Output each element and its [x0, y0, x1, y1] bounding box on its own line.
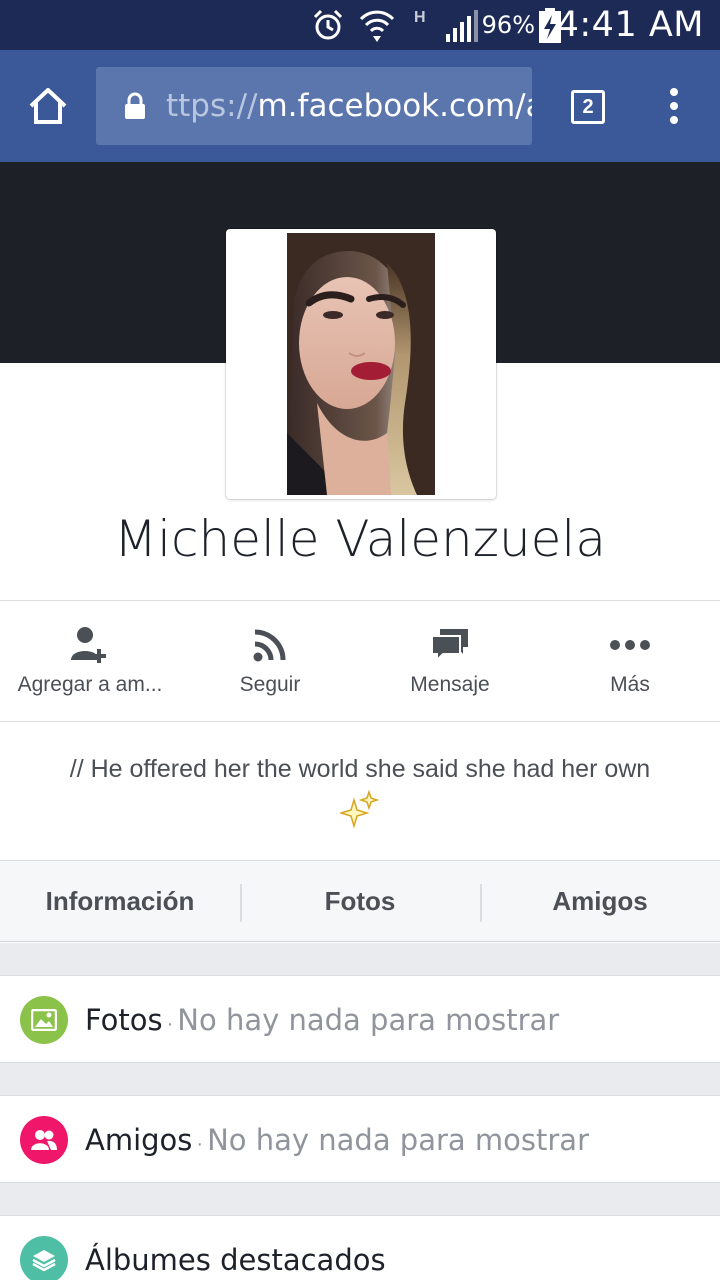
profile-bio: // He offered her the world she said she…: [69, 755, 651, 783]
profile-name: Michelle Valenzuela: [114, 510, 606, 568]
follow-icon: [253, 629, 286, 662]
url-text: ttps://m.facebook.com/a: [166, 67, 532, 145]
clock: 4:41 AM: [556, 5, 704, 45]
profile-picture[interactable]: [226, 229, 496, 499]
friends-icon: [20, 1116, 68, 1164]
follow-label: Seguir: [239, 673, 301, 696]
profile-tabs: Información Fotos Amigos: [0, 860, 720, 942]
tab-information[interactable]: Información: [0, 861, 240, 941]
albums-icon: [20, 1236, 68, 1280]
featured-albums-section[interactable]: Álbumes destacados: [0, 1215, 720, 1280]
url-bar[interactable]: ttps://m.facebook.com/a: [96, 67, 532, 145]
empty-state-text: No hay nada para mostrar: [177, 1003, 560, 1037]
message-button[interactable]: Mensaje: [360, 601, 540, 721]
status-bar: H 96% 4:41 AM: [0, 0, 720, 50]
section-title: Amigos: [85, 1123, 193, 1157]
profile-actions: Agregar a am... Seguir Mensaje Más: [0, 601, 720, 721]
battery-percent: 96%: [481, 11, 535, 39]
tab-friends[interactable]: Amigos: [480, 861, 720, 941]
home-icon[interactable]: [28, 87, 68, 125]
section-title: Álbumes destacados: [85, 1243, 386, 1277]
more-button[interactable]: Más: [540, 601, 720, 721]
empty-state-text: No hay nada para mostrar: [207, 1123, 589, 1157]
photos-icon: [20, 996, 68, 1044]
separator-dot: ·: [166, 1013, 174, 1035]
browser-toolbar: ttps://m.facebook.com/a 2: [0, 50, 720, 162]
lock-icon: [125, 92, 145, 119]
separator-dot: ·: [196, 1133, 204, 1155]
add-friend-label: Agregar a am...: [17, 673, 163, 696]
message-icon: [431, 629, 468, 663]
tab-switcher-button[interactable]: 2: [571, 90, 605, 124]
alarm-icon: [313, 9, 343, 40]
follow-button[interactable]: Seguir: [180, 601, 360, 721]
overflow-menu-icon[interactable]: [666, 87, 682, 125]
section-title: Fotos: [85, 1003, 163, 1037]
friends-section[interactable]: Amigos · No hay nada para mostrar: [0, 1095, 720, 1183]
wifi-icon: [359, 10, 395, 42]
message-label: Mensaje: [410, 673, 490, 696]
more-label: Más: [610, 673, 650, 696]
url-host: m.facebook.com/a: [257, 88, 532, 124]
profile-photo-image: [287, 233, 435, 495]
signal-icon: [446, 10, 478, 42]
url-scheme: ttps://: [166, 88, 258, 124]
divider: [0, 721, 720, 722]
more-icon: [610, 640, 650, 650]
tab-photos[interactable]: Fotos: [240, 861, 480, 941]
add-friend-button[interactable]: Agregar a am...: [0, 601, 180, 721]
photos-section[interactable]: Fotos · No hay nada para mostrar: [0, 975, 720, 1063]
add-friend-icon: [71, 627, 106, 663]
network-type: H: [414, 9, 426, 26]
sparkles-icon: [340, 790, 380, 829]
